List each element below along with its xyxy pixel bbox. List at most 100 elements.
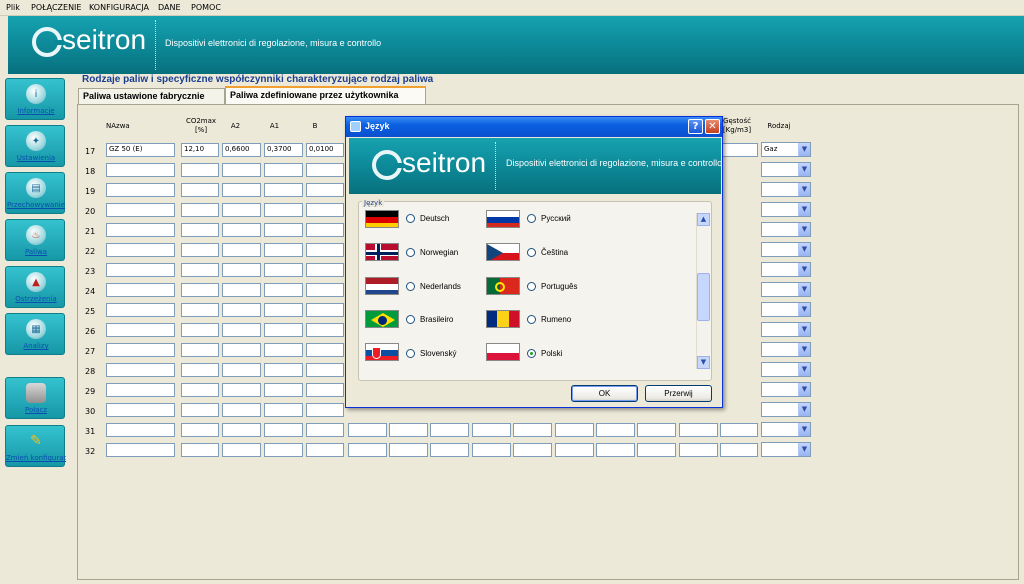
kind-select[interactable]: ▼	[761, 162, 811, 177]
kind-select[interactable]: ▼	[761, 222, 811, 237]
grid-cell[interactable]	[264, 243, 303, 257]
grid-cell[interactable]	[264, 323, 303, 337]
density-cell[interactable]	[720, 143, 758, 157]
kind-select[interactable]: Gaz ▼	[761, 142, 811, 157]
grid-cell[interactable]	[222, 203, 261, 217]
radio-portuguese[interactable]	[527, 282, 536, 291]
grid-cell[interactable]	[306, 203, 344, 217]
ok-button[interactable]: OK	[571, 385, 638, 402]
kind-select[interactable]: ▼	[761, 442, 811, 457]
menu-plik[interactable]: Plik	[6, 3, 20, 12]
language-scrollbar[interactable]: ▲ ▼	[696, 213, 710, 369]
chevron-down-icon[interactable]: ▼	[798, 383, 810, 396]
grid-cell[interactable]	[306, 343, 344, 357]
chevron-down-icon[interactable]: ▼	[798, 223, 810, 236]
chevron-down-icon[interactable]: ▼	[798, 183, 810, 196]
grid-cell[interactable]	[596, 423, 635, 437]
grid-cell[interactable]	[106, 183, 175, 197]
grid-cell[interactable]	[306, 243, 344, 257]
grid-cell[interactable]	[348, 443, 387, 457]
grid-cell[interactable]	[555, 443, 594, 457]
grid-cell[interactable]	[181, 383, 219, 397]
dialog-titlebar[interactable]: Język ? ✕	[346, 117, 722, 137]
kind-select[interactable]: ▼	[761, 202, 811, 217]
kind-select[interactable]: ▼	[761, 322, 811, 337]
grid-cell[interactable]	[181, 343, 219, 357]
radio-deutsch[interactable]	[406, 214, 415, 223]
scroll-up-icon[interactable]: ▲	[697, 213, 710, 226]
b-cell[interactable]: 0,0100	[306, 143, 344, 157]
close-button[interactable]: ✕	[705, 119, 720, 134]
sidebar-item-zmien-konfiguracje[interactable]: ✎ Zmień konfigurację	[5, 425, 66, 467]
chevron-down-icon[interactable]: ▼	[798, 143, 810, 156]
sidebar-item-paliwa[interactable]: ♨ Paliwa	[5, 219, 65, 261]
grid-cell[interactable]	[106, 303, 175, 317]
grid-cell[interactable]	[181, 423, 219, 437]
chevron-down-icon[interactable]: ▼	[798, 363, 810, 376]
menu-konfiguracja[interactable]: KONFIGURACJA	[89, 3, 149, 12]
scroll-thumb[interactable]	[697, 273, 710, 321]
menu-polaczenie[interactable]: POŁĄCZENIE	[31, 3, 81, 12]
grid-cell[interactable]	[181, 303, 219, 317]
chevron-down-icon[interactable]: ▼	[798, 323, 810, 336]
radio-norwegian[interactable]	[406, 248, 415, 257]
sidebar-item-ustawienia[interactable]: ✦ Ustawienia	[5, 125, 65, 167]
grid-cell[interactable]	[264, 203, 303, 217]
grid-cell[interactable]	[181, 363, 219, 377]
radio-polski[interactable]	[527, 349, 536, 358]
a1-cell[interactable]: 0,3700	[264, 143, 303, 157]
grid-cell[interactable]	[306, 183, 344, 197]
grid-cell[interactable]	[306, 303, 344, 317]
grid-cell[interactable]	[430, 423, 469, 437]
chevron-down-icon[interactable]: ▼	[798, 283, 810, 296]
chevron-down-icon[interactable]: ▼	[798, 203, 810, 216]
grid-cell[interactable]	[106, 423, 175, 437]
grid-cell[interactable]	[181, 263, 219, 277]
grid-cell[interactable]	[106, 443, 175, 457]
sidebar-item-informacje[interactable]: i Informacje	[5, 78, 65, 120]
grid-cell[interactable]	[306, 223, 344, 237]
grid-cell[interactable]	[264, 283, 303, 297]
kind-select[interactable]: ▼	[761, 382, 811, 397]
grid-cell[interactable]	[222, 183, 261, 197]
grid-cell[interactable]	[348, 423, 387, 437]
radio-rumeno[interactable]	[527, 315, 536, 324]
name-cell[interactable]: GZ 50 (E)	[106, 143, 175, 157]
grid-cell[interactable]	[306, 403, 344, 417]
grid-cell[interactable]	[181, 203, 219, 217]
scroll-down-icon[interactable]: ▼	[697, 356, 710, 369]
grid-cell[interactable]	[264, 423, 303, 437]
menu-dane[interactable]: DANE	[158, 3, 181, 12]
grid-cell[interactable]	[222, 323, 261, 337]
grid-cell[interactable]	[181, 223, 219, 237]
kind-select[interactable]: ▼	[761, 242, 811, 257]
grid-cell[interactable]	[430, 443, 469, 457]
grid-cell[interactable]	[106, 343, 175, 357]
chevron-down-icon[interactable]: ▼	[798, 423, 810, 436]
grid-cell[interactable]	[306, 363, 344, 377]
grid-cell[interactable]	[306, 423, 344, 437]
grid-cell[interactable]	[222, 443, 261, 457]
grid-cell[interactable]	[596, 443, 635, 457]
grid-cell[interactable]	[222, 223, 261, 237]
grid-cell[interactable]	[181, 163, 219, 177]
grid-cell[interactable]	[222, 163, 261, 177]
grid-cell[interactable]	[222, 423, 261, 437]
chevron-down-icon[interactable]: ▼	[798, 343, 810, 356]
grid-cell[interactable]	[181, 323, 219, 337]
tab-user-fuels[interactable]: Paliwa zdefiniowane przez użytkownika	[225, 86, 426, 105]
grid-cell[interactable]	[181, 243, 219, 257]
grid-cell[interactable]	[106, 323, 175, 337]
grid-cell[interactable]	[264, 263, 303, 277]
kind-select[interactable]: ▼	[761, 302, 811, 317]
grid-cell[interactable]	[264, 403, 303, 417]
grid-cell[interactable]	[679, 443, 718, 457]
grid-cell[interactable]	[106, 383, 175, 397]
grid-cell[interactable]	[472, 443, 511, 457]
grid-cell[interactable]	[222, 283, 261, 297]
grid-cell[interactable]	[106, 223, 175, 237]
grid-cell[interactable]	[637, 423, 676, 437]
radio-nederlands[interactable]	[406, 282, 415, 291]
chevron-down-icon[interactable]: ▼	[798, 443, 810, 456]
grid-cell[interactable]	[264, 443, 303, 457]
